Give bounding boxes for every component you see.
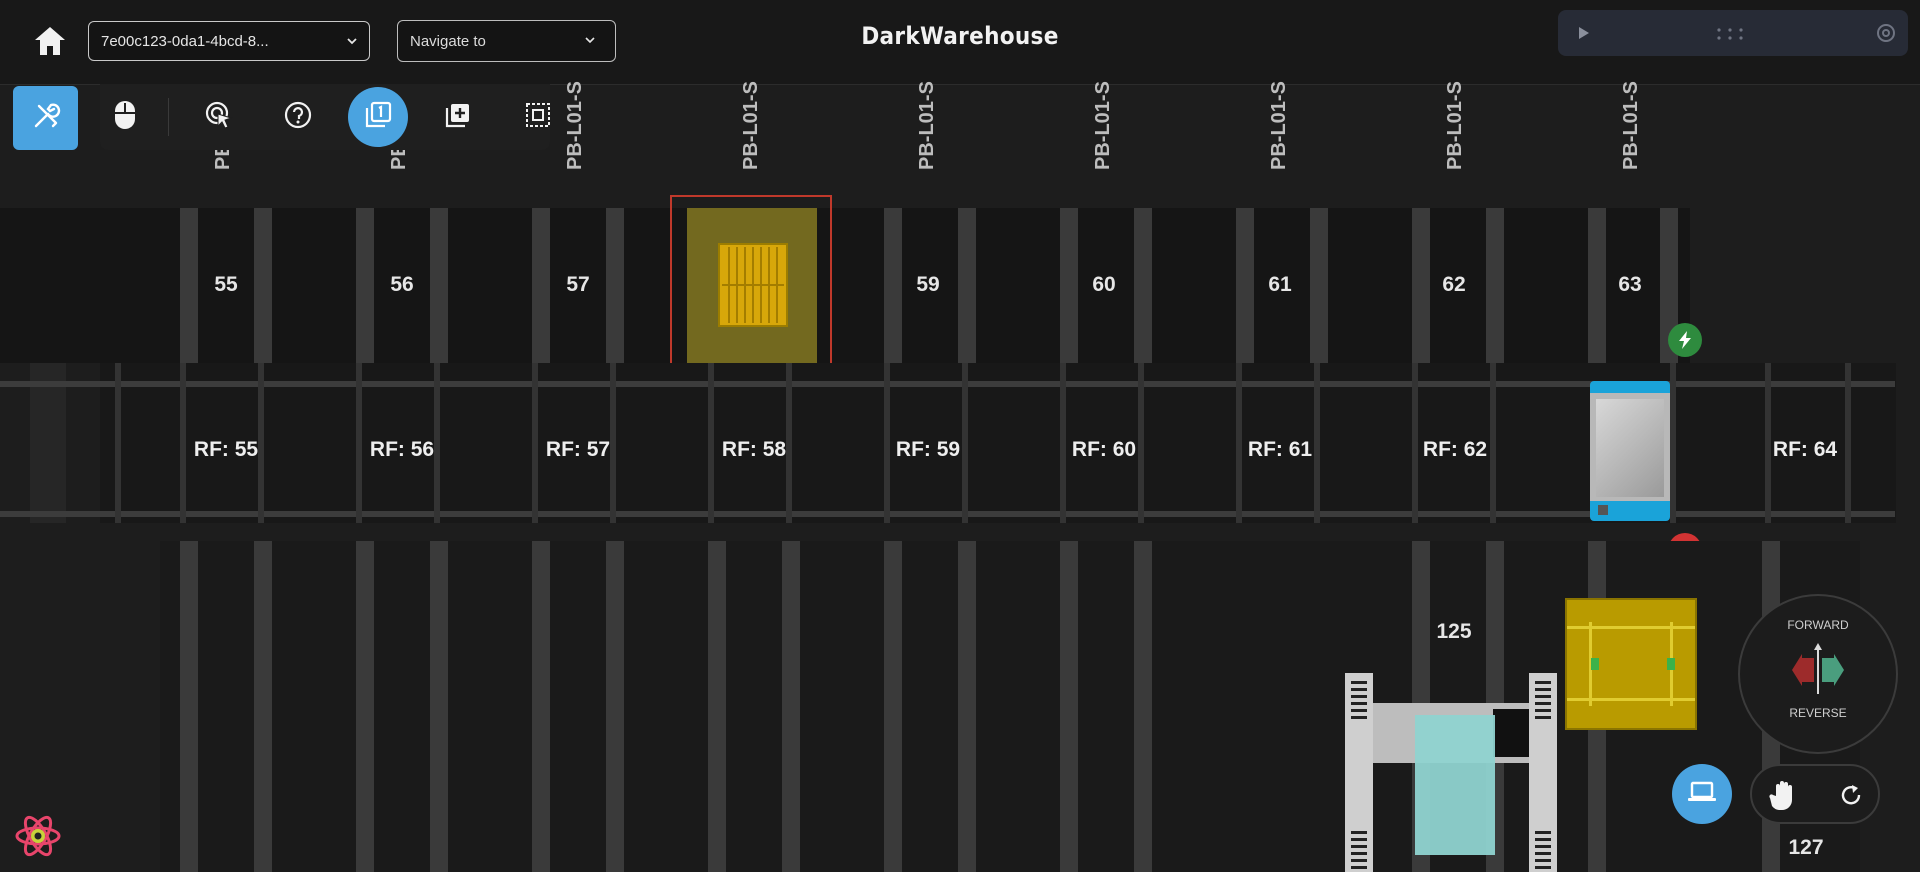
slot-number[interactable]: 59 bbox=[888, 273, 968, 297]
rf-label: RF: 64 bbox=[1772, 438, 1838, 461]
rf-label: RF: 60 bbox=[1071, 438, 1137, 461]
slot-number[interactable]: 55 bbox=[186, 273, 266, 297]
reset-icon[interactable] bbox=[1838, 782, 1864, 813]
cart[interactable] bbox=[1415, 715, 1495, 855]
session-select-value: 7e00c123-0da1-4bcd-8... bbox=[101, 32, 269, 50]
column-label: PB-L01-S bbox=[564, 81, 586, 170]
app-logo-icon bbox=[14, 812, 62, 865]
rf-label: RF: 55 bbox=[193, 438, 259, 461]
drag-handle-icon[interactable] bbox=[1716, 27, 1744, 46]
shuttle-robot[interactable] bbox=[1590, 381, 1670, 521]
monitor-view-button[interactable] bbox=[1672, 764, 1732, 824]
help-icon bbox=[284, 101, 312, 134]
column-label: PB-L01-S bbox=[1092, 81, 1114, 170]
select-area-icon bbox=[525, 102, 551, 133]
session-select[interactable]: 7e00c123-0da1-4bcd-8... bbox=[88, 21, 370, 61]
charging-ok-icon[interactable] bbox=[1668, 323, 1702, 357]
direction-arrows-icon[interactable] bbox=[1788, 640, 1848, 705]
slot-number[interactable]: 127 bbox=[1766, 836, 1846, 860]
add-item-tool[interactable] bbox=[436, 95, 480, 139]
target-cursor-icon bbox=[204, 100, 234, 135]
selected-slot[interactable] bbox=[670, 195, 832, 370]
column-label: PB-L01-S bbox=[1620, 81, 1642, 170]
target-cursor-tool[interactable] bbox=[197, 95, 241, 139]
app-title: DarkWarehouse bbox=[861, 22, 1059, 50]
warehouse-map[interactable]: PE PE PB-L01-S PB-L01-S PB-L01-S PB-L01-… bbox=[0, 81, 1920, 872]
rf-label: RF: 62 bbox=[1422, 438, 1488, 461]
search-icon[interactable] bbox=[1876, 23, 1896, 48]
help-tool[interactable] bbox=[276, 95, 320, 139]
home-icon[interactable] bbox=[32, 24, 68, 58]
reverse-label: REVERSE bbox=[1789, 706, 1847, 720]
forward-label: FORWARD bbox=[1787, 618, 1849, 632]
toolbar bbox=[100, 84, 550, 150]
mini-player-panel bbox=[1558, 10, 1908, 56]
slot-number[interactable]: 62 bbox=[1414, 273, 1494, 297]
mouse-icon bbox=[113, 99, 137, 136]
chevron-down-icon bbox=[345, 34, 359, 48]
tools-icon bbox=[31, 101, 61, 136]
navigate-placeholder: Navigate to bbox=[410, 32, 486, 50]
settings-tools-button[interactable] bbox=[13, 86, 78, 150]
navigate-select[interactable]: Navigate to bbox=[397, 20, 616, 62]
direction-control[interactable]: FORWARD REVERSE bbox=[1738, 594, 1898, 754]
slot-number[interactable]: 56 bbox=[362, 273, 442, 297]
slot-number[interactable]: 57 bbox=[538, 273, 618, 297]
slot-number[interactable]: 61 bbox=[1240, 273, 1320, 297]
select-area-tool[interactable] bbox=[516, 95, 560, 139]
rf-label: RF: 59 bbox=[895, 438, 961, 461]
rf-label: RF: 61 bbox=[1247, 438, 1313, 461]
laptop-icon bbox=[1687, 781, 1717, 808]
rf-label: RF: 56 bbox=[369, 438, 435, 461]
add-box-icon bbox=[444, 101, 472, 134]
play-icon[interactable] bbox=[1578, 26, 1590, 45]
slot-number[interactable]: 60 bbox=[1064, 273, 1144, 297]
column-label: PB-L01-S bbox=[1444, 81, 1466, 170]
toolbar-divider bbox=[168, 98, 169, 136]
column-label: PB-L01-S bbox=[1268, 81, 1290, 170]
pallet[interactable] bbox=[1565, 598, 1697, 730]
lift-station[interactable] bbox=[1345, 673, 1557, 872]
rf-label: RF: 58 bbox=[721, 438, 787, 461]
pallet[interactable] bbox=[718, 243, 788, 327]
column-label: PB-L01-S bbox=[916, 81, 938, 170]
slot-number[interactable]: 63 bbox=[1590, 273, 1670, 297]
slot-number[interactable]: 125 bbox=[1414, 620, 1494, 644]
track-end bbox=[30, 363, 66, 523]
column-label: PB-L01-S bbox=[740, 81, 762, 170]
layer-1-icon bbox=[363, 100, 393, 135]
manual-controls bbox=[1750, 764, 1880, 824]
mouse-tool[interactable] bbox=[103, 95, 147, 139]
chevron-down-icon bbox=[583, 33, 597, 47]
top-bar: 7e00c123-0da1-4bcd-8... Navigate to Dark… bbox=[0, 0, 1920, 85]
layer-1-tool[interactable] bbox=[348, 87, 408, 147]
rf-label: RF: 57 bbox=[545, 438, 611, 461]
hand-icon[interactable] bbox=[1768, 778, 1800, 817]
